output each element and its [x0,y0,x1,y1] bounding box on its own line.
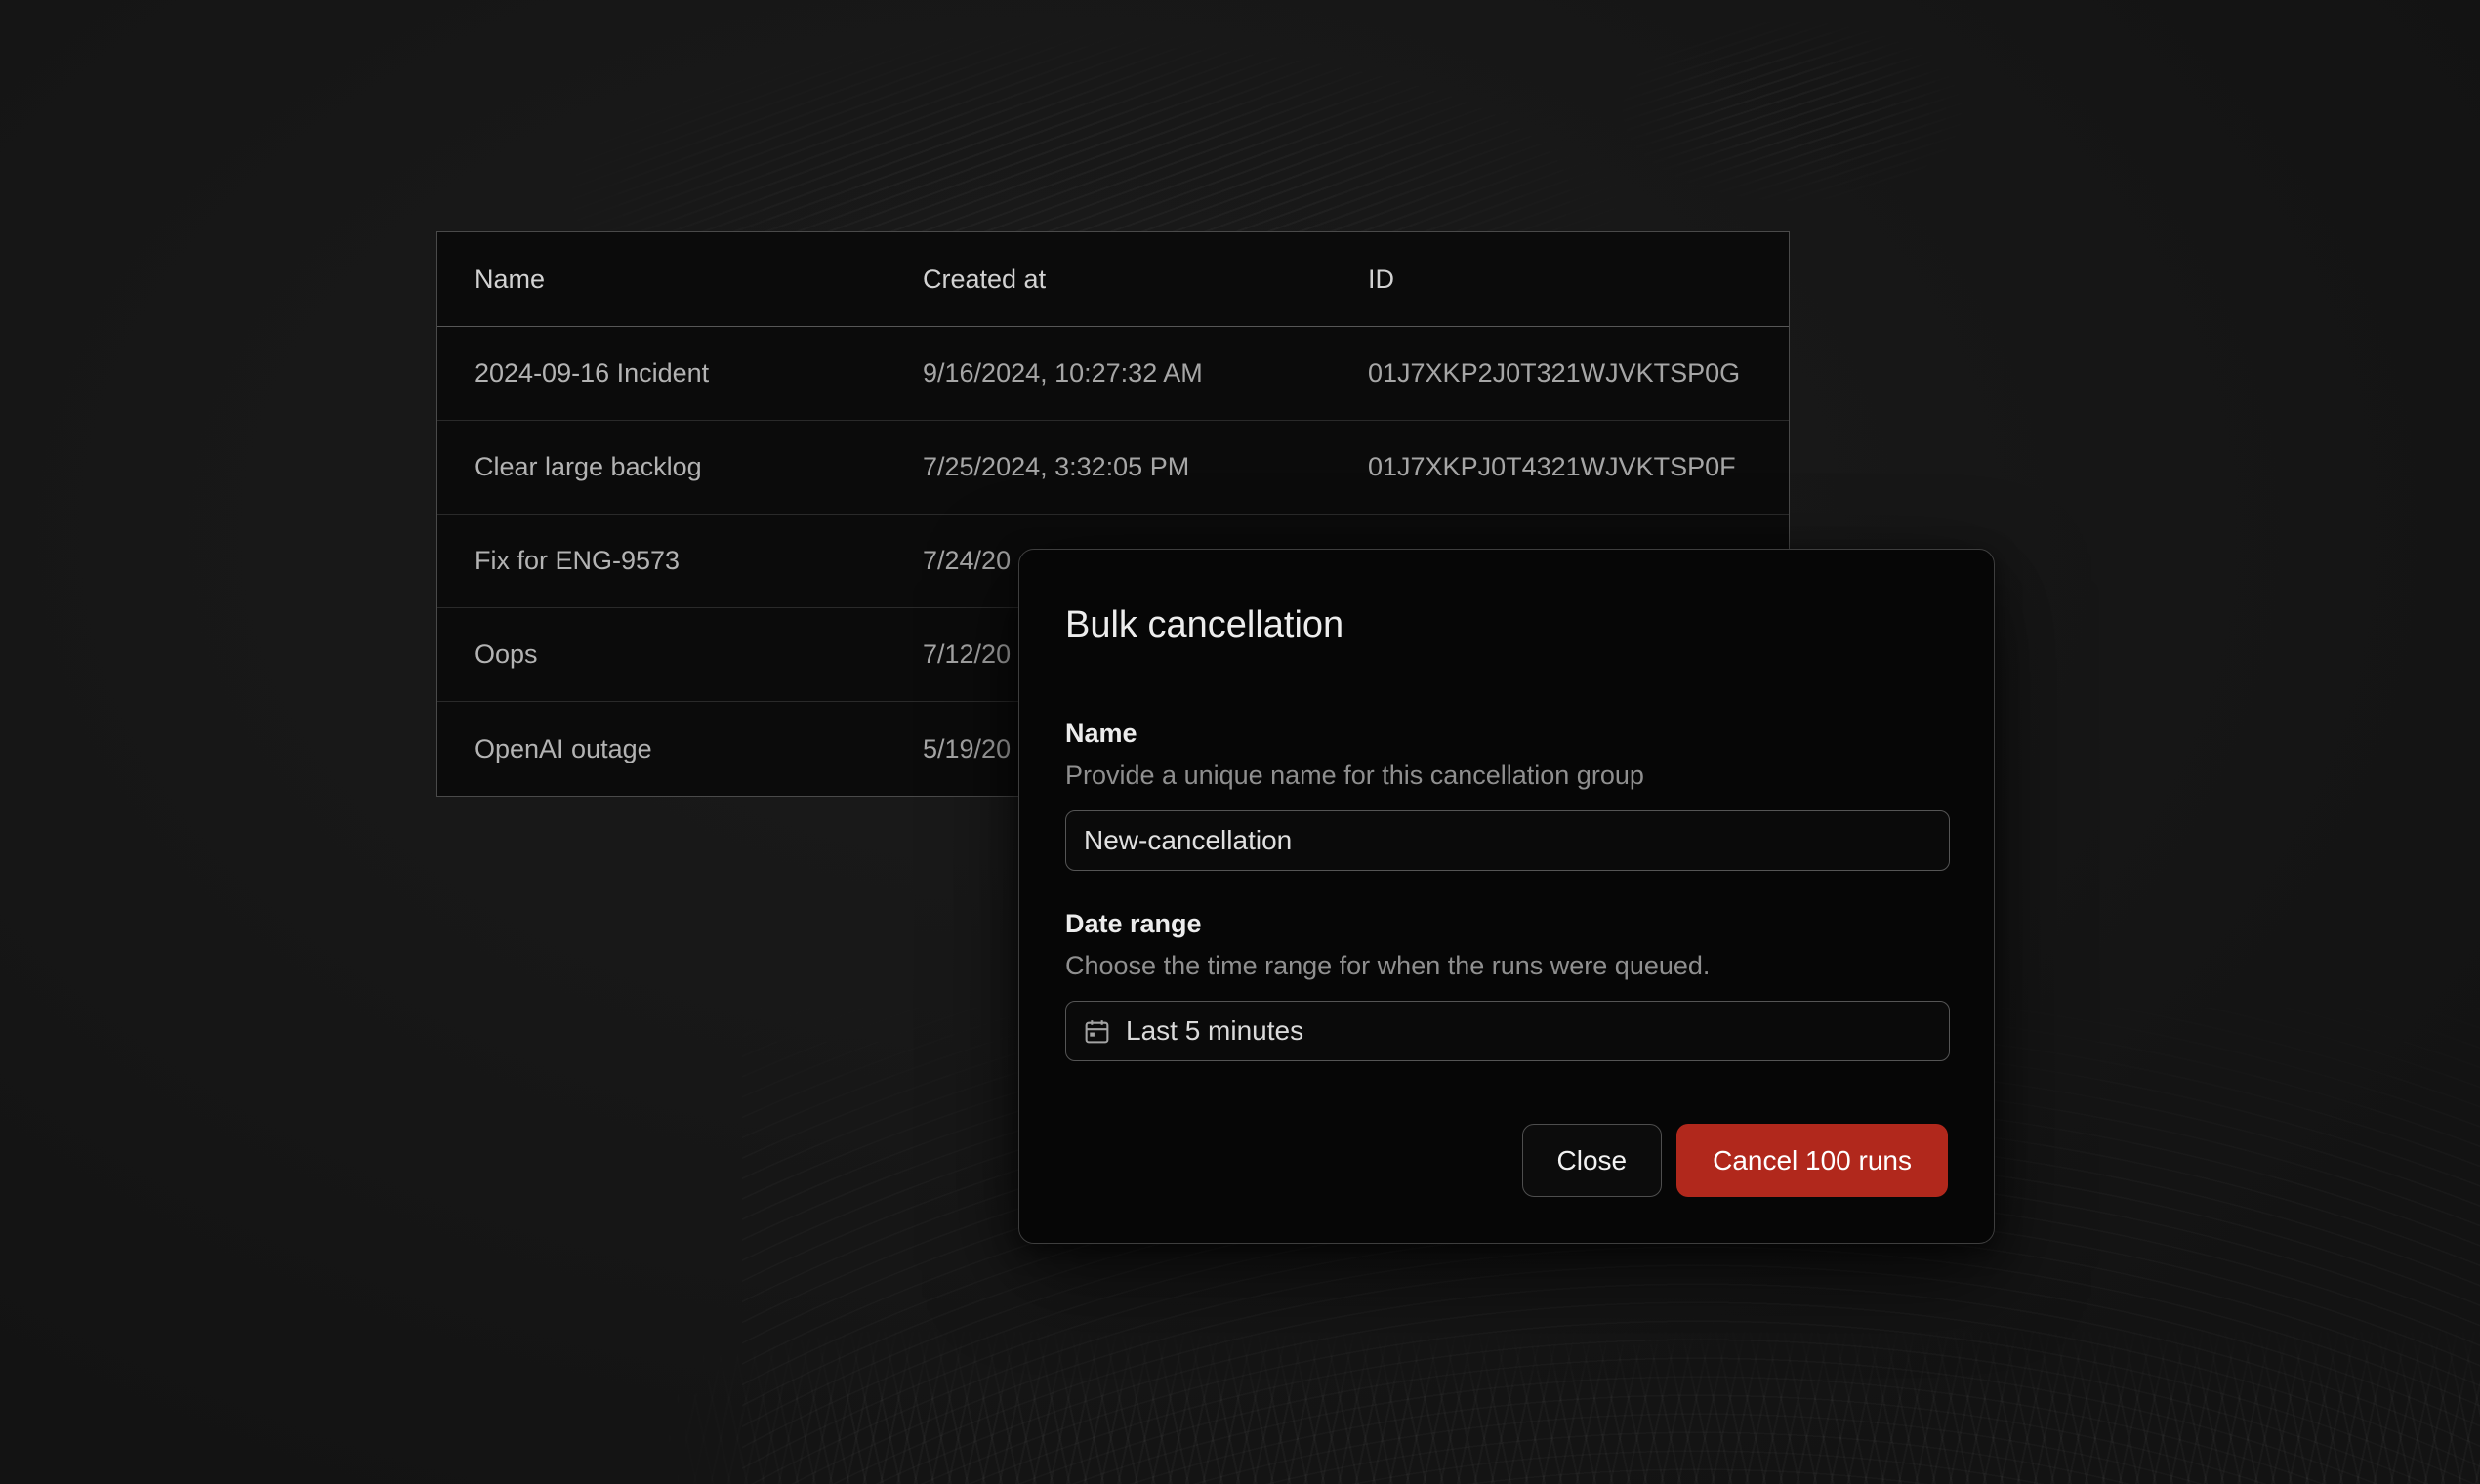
bulk-cancellation-dialog: Bulk cancellation Name Provide a unique … [1018,549,1995,1244]
row-name: 2024-09-16 Incident [437,358,923,389]
background-crosshatch-pattern [644,1313,2480,1484]
row-id: 01J7XKPJ0T4321WJVKTSP0F [1368,452,1789,482]
name-field-description: Provide a unique name for this cancellat… [1065,759,1948,792]
name-field-label: Name [1065,717,1948,750]
row-id: 01J7XKP2J0T321WJVKTSP0G [1368,358,1789,389]
table-row[interactable]: 2024-09-16 Incident 9/16/2024, 10:27:32 … [437,327,1789,421]
name-input[interactable] [1065,810,1950,871]
table-row[interactable]: Clear large backlog 7/25/2024, 3:32:05 P… [437,421,1789,515]
row-name: Fix for ENG-9573 [437,546,923,576]
date-range-description: Choose the time range for when the runs … [1065,949,1948,982]
dialog-title: Bulk cancellation [1065,602,1948,647]
cancel-runs-button[interactable]: Cancel 100 runs [1676,1124,1948,1197]
calendar-icon [1082,1016,1112,1047]
row-name: Clear large backlog [437,452,923,482]
column-header-name: Name [437,265,923,295]
row-name: Oops [437,639,923,670]
date-range-label: Date range [1065,907,1948,940]
column-header-id: ID [1368,265,1789,295]
row-name: OpenAI outage [437,734,923,764]
row-created-at: 7/25/2024, 3:32:05 PM [923,452,1368,482]
column-header-created-at: Created at [923,265,1368,295]
table-header-row: Name Created at ID [437,232,1789,327]
app-background: Name Created at ID 2024-09-16 Incident 9… [0,0,2480,1484]
date-range-select[interactable]: Last 5 minutes [1065,1001,1950,1061]
row-created-at: 9/16/2024, 10:27:32 AM [923,358,1368,389]
dialog-footer: Close Cancel 100 runs [1065,1124,1948,1197]
close-button[interactable]: Close [1522,1124,1663,1197]
date-range-value: Last 5 minutes [1126,1015,1303,1047]
